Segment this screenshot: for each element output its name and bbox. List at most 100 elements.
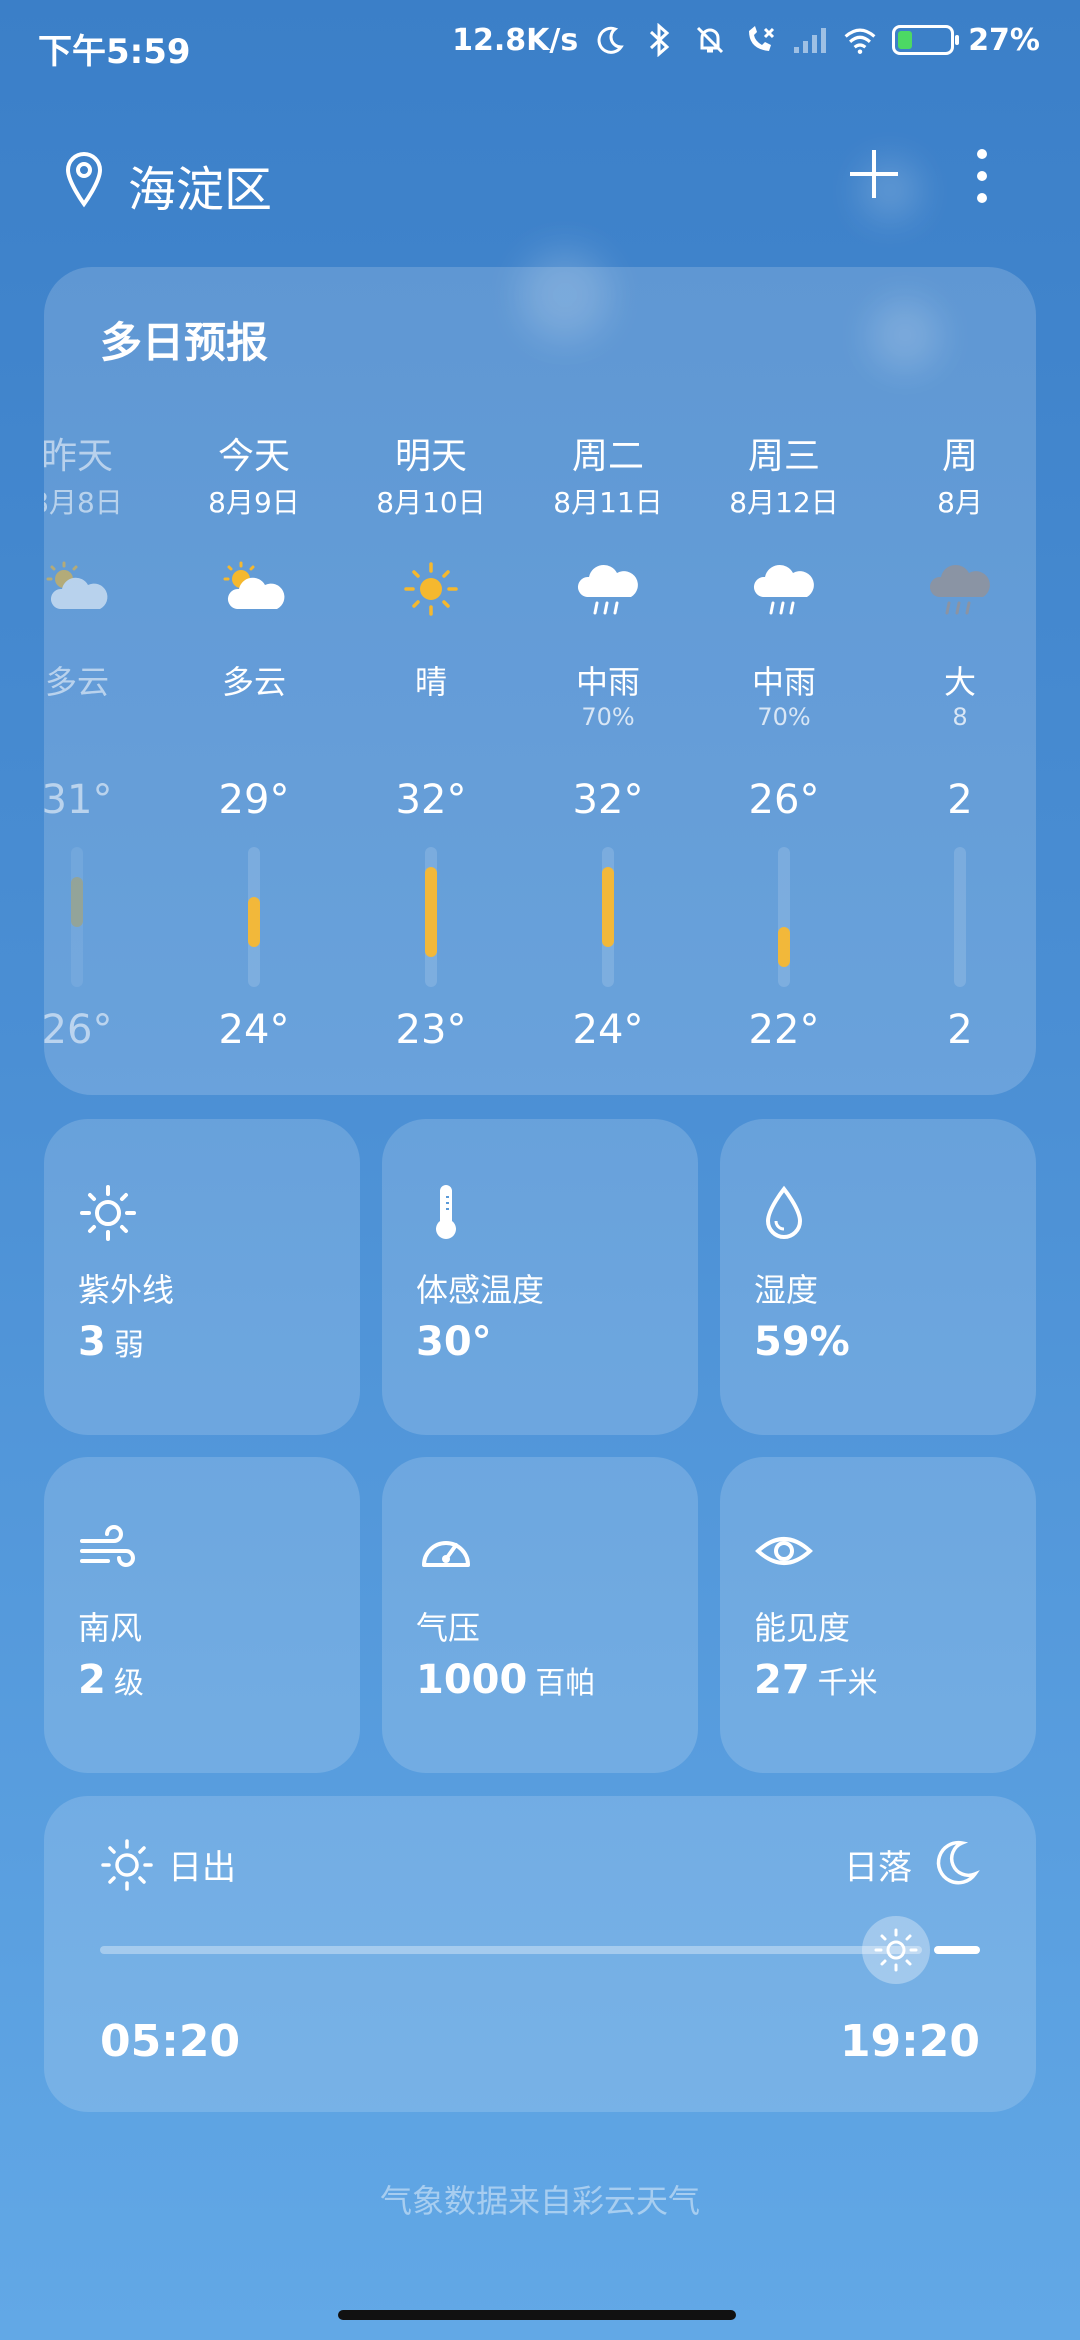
daylight-remaining-bar [934,1946,980,1954]
day-condition: 多云 [44,663,109,701]
multi-day-forecast-card[interactable]: 多日预报 昨天 8月8日多云 31° 26° 今天 8月9日多云 29° 24° 明天 8月10日… [44,267,1036,1095]
feels-like-card[interactable]: 体感温度 30° [382,1119,698,1435]
temp-range-track [425,847,437,987]
temp-range-track [71,847,83,987]
sunset-label: 日落 [844,1848,912,1888]
day-date: 8月9日 [208,486,300,519]
day-date: 8月 [937,486,983,519]
status-bar: 下午5:59 12.8K/s 27% [0,0,1080,90]
rain-icon [749,561,819,617]
sunrise-icon [101,1839,153,1891]
day-condition: 晴 [414,663,447,701]
location-pin-icon [65,151,103,208]
humidity-card[interactable]: 湿度 59% [720,1119,1036,1435]
daylight-progress-track [100,1946,922,1954]
thermometer-icon [436,1185,456,1239]
uv-number: 3 [78,1319,106,1365]
plus-icon[interactable] [846,146,902,202]
day-name: 周 [941,436,978,477]
uv-card[interactable]: 紫外线 3弱 [44,1119,360,1435]
battery-percent: 27% [968,22,1040,58]
eye-icon [755,1537,813,1565]
forecast-day[interactable]: 今天 8月9日 多云 29° 24° [166,427,342,1077]
day-date: 8月12日 [729,486,839,519]
day-name: 明天 [394,436,467,477]
forecast-day[interactable]: 周 8月大 8 2 2 [872,427,1036,1077]
rain-probability: 8 [952,703,968,731]
sunrise-label: 日出 [168,1848,236,1888]
day-date: 8月10日 [376,486,486,519]
visibility-unit: 千米 [817,1666,878,1701]
sun-icon [874,1928,918,1972]
moon-icon [936,1840,980,1885]
wifi-icon [842,22,878,58]
day-condition: 多云 [221,663,286,701]
feels-like-label: 体感温度 [416,1271,545,1309]
sunrise-time: 05:20 [100,2016,241,2067]
net-speed: 12.8K/s [452,22,579,58]
home-indicator[interactable] [338,2310,736,2320]
day-condition: 中雨 [575,663,640,701]
low-temp: 2 [947,1007,973,1053]
heavy-rain-icon [925,561,995,617]
day-condition: 大 [943,663,976,701]
pressure-unit: 百帕 [535,1666,596,1701]
forecast-day[interactable]: 周三 8月12日 中雨 70% 26° 22° [696,427,872,1077]
day-name: 昨天 [44,436,113,477]
bluetooth-icon [642,22,678,58]
partly-cloudy-icon [44,561,112,617]
high-temp: 26° [748,777,820,823]
day-name: 周二 [571,436,644,477]
temp-range-bar [778,927,790,967]
temp-range-track [954,847,966,987]
high-temp: 29° [218,777,290,823]
mute-bell-icon [692,22,728,58]
day-date: 8月8日 [44,486,123,519]
high-temp: 31° [44,777,113,823]
wind-number: 2 [78,1657,106,1703]
more-vertical-icon[interactable] [962,144,1002,208]
temp-range-track [778,847,790,987]
humidity-label: 湿度 [754,1271,819,1309]
low-temp: 26° [44,1007,113,1053]
feels-like-value: 30° [416,1319,492,1365]
forecast-title: 多日预报 [100,318,269,367]
rain-probability: 70% [581,703,635,731]
day-date: 8月11日 [553,486,663,519]
battery-fill [898,31,913,49]
temp-range-bar [248,897,260,947]
sun-position-marker [862,1916,930,1984]
pressure-card[interactable]: 气压 1000 百帕 [382,1457,698,1773]
visibility-card[interactable]: 能见度 27 千米 [720,1457,1036,1773]
sunny-icon [396,561,466,617]
forecast-day[interactable]: 明天 8月10日晴 32° 23° [343,427,519,1077]
high-temp: 32° [395,777,467,823]
data-source-note[interactable]: 气象数据来自彩云天气 [0,2176,1080,2222]
wind-icon [80,1525,135,1567]
water-drop-icon [765,1185,803,1239]
rain-probability: 70% [757,703,811,731]
wind-value: 2级 [78,1657,144,1703]
day-condition: 中雨 [751,663,816,701]
temp-range-track [248,847,260,987]
rain-icon [573,561,643,617]
wind-card[interactable]: 南风 2级 [44,1457,360,1773]
sun-icon [80,1185,136,1241]
signal-icon [792,22,828,58]
gauge-icon [422,1541,470,1567]
sunrise-sunset-card[interactable]: 日出 日落 05:20 19:20 [44,1796,1036,2112]
temp-range-bar [602,867,614,947]
low-temp: 23° [395,1007,467,1053]
temp-range-track [602,847,614,987]
uv-label: 紫外线 [78,1271,175,1309]
visibility-number: 27 [754,1657,810,1703]
status-icons: 12.8K/s 27% [452,22,1040,58]
forecast-day[interactable]: 昨天 8月8日多云 31° 26° [44,427,165,1077]
low-temp: 22° [748,1007,820,1053]
forecast-day[interactable]: 周二 8月11日 中雨 70% 32° 24° [520,427,696,1077]
pressure-label: 气压 [416,1609,481,1647]
uv-value: 3弱 [78,1319,144,1365]
day-name: 今天 [217,436,290,477]
location-name[interactable]: 海淀区 [128,150,272,220]
pressure-value: 1000 百帕 [416,1657,595,1703]
